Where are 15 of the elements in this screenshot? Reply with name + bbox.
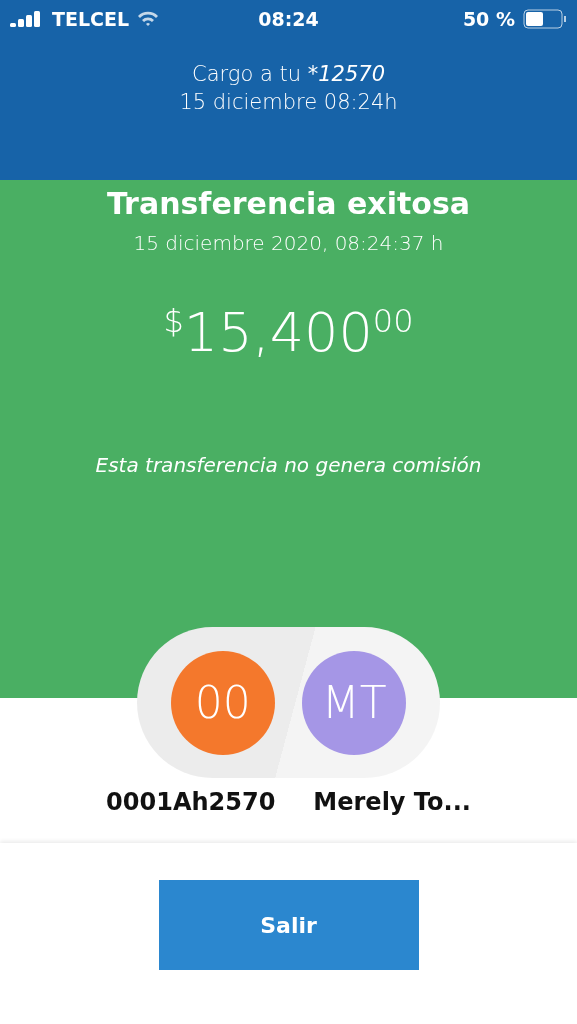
commission-note: Esta transferencia no genera comisión (95, 453, 482, 477)
transfer-datetime: 15 diciembre 2020, 08:24:37 h (133, 231, 444, 255)
charge-date: 15 diciembre 08:24h (178, 89, 399, 116)
clock: 08:24 (258, 8, 319, 30)
battery-icon (523, 9, 567, 29)
party-name: 0001Ah2570 (106, 788, 276, 816)
exit-button[interactable]: Salir (158, 880, 419, 970)
charge-account-text: Cargo a tu *12570 (191, 61, 386, 88)
party-name: Merely To... (313, 788, 471, 816)
wifi-icon (137, 11, 160, 27)
success-title: Transferencia exitosa (106, 186, 471, 221)
avatar: MT (302, 650, 407, 755)
battery-percentage: 50 % (462, 8, 515, 30)
carrier-name: TELCEL (52, 8, 130, 30)
avatar: 00 (170, 650, 275, 755)
